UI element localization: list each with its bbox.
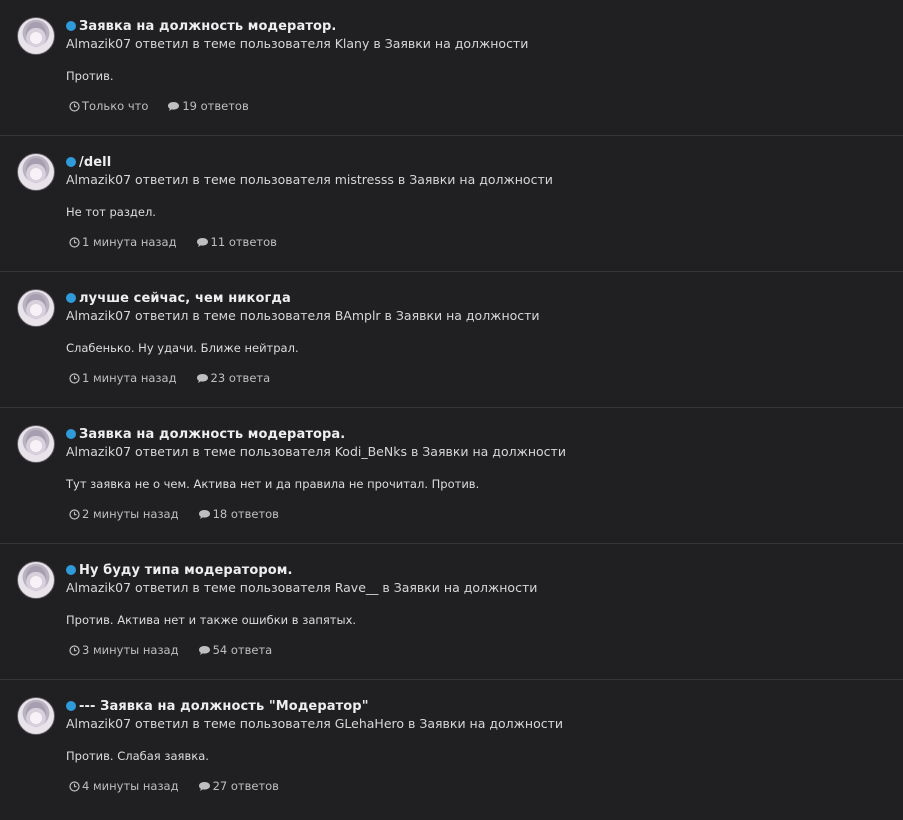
replies-label: 18 ответов bbox=[212, 507, 279, 521]
clock-icon bbox=[69, 644, 80, 656]
replies-count[interactable]: 11 ответов bbox=[196, 235, 277, 249]
activity-item: Ну буду типа модератором. Almazik07 отве… bbox=[0, 544, 903, 680]
replies-count[interactable]: 27 ответов bbox=[198, 779, 279, 793]
timestamp[interactable]: 1 минута назад bbox=[69, 235, 177, 249]
avatar[interactable] bbox=[17, 561, 55, 599]
activity-content: Заявка на должность модератора. Almazik0… bbox=[66, 425, 883, 493]
activity-item: лучше сейчас, чем никогда Almazik07 отве… bbox=[0, 272, 903, 408]
replies-count[interactable]: 23 ответа bbox=[196, 371, 271, 385]
time-label: Только что bbox=[82, 99, 149, 113]
avatar[interactable] bbox=[17, 289, 55, 327]
activity-meta: Almazik07 ответил в теме пользователя Ko… bbox=[66, 444, 566, 459]
activity-meta: Almazik07 ответил в теме пользователя Ra… bbox=[66, 580, 538, 595]
activity-content: лучше сейчас, чем никогда Almazik07 отве… bbox=[66, 289, 883, 357]
avatar[interactable] bbox=[17, 697, 55, 735]
topic-title-row[interactable]: Заявка на должность модератора. bbox=[66, 425, 883, 443]
topic-title[interactable]: лучше сейчас, чем никогда bbox=[79, 291, 291, 306]
topic-title[interactable]: Заявка на должность модератор. bbox=[79, 19, 336, 34]
activity-content: Заявка на должность модератор. Almazik07… bbox=[66, 17, 883, 85]
post-excerpt: Тут заявка не о чем. Актива нет и да пра… bbox=[66, 477, 480, 491]
activity-item: /dell Almazik07 ответил в теме пользоват… bbox=[0, 136, 903, 272]
activity-content: Ну буду типа модератором. Almazik07 отве… bbox=[66, 561, 883, 629]
post-excerpt: Не тот раздел. bbox=[66, 205, 156, 219]
activity-stats: 1 минута назад 23 ответа bbox=[69, 371, 270, 385]
activity-meta: Almazik07 ответил в теме пользователя BA… bbox=[66, 308, 540, 323]
time-label: 1 минута назад bbox=[82, 371, 177, 385]
post-excerpt: Против. bbox=[66, 69, 114, 83]
activity-item: --- Заявка на должность "Модератор" Alma… bbox=[0, 680, 903, 816]
topic-title-row[interactable]: /dell bbox=[66, 153, 883, 171]
timestamp[interactable]: 2 минуты назад bbox=[69, 507, 179, 521]
topic-title-row[interactable]: лучше сейчас, чем никогда bbox=[66, 289, 883, 307]
topic-title-row[interactable]: --- Заявка на должность "Модератор" bbox=[66, 697, 883, 715]
avatar[interactable] bbox=[17, 425, 55, 463]
replies-count[interactable]: 54 ответа bbox=[198, 643, 273, 657]
comment-icon bbox=[167, 101, 180, 112]
activity-stats: 2 минуты назад 18 ответов bbox=[69, 507, 279, 521]
post-excerpt: Слабенько. Ну удачи. Ближе нейтрал. bbox=[66, 341, 299, 355]
comment-icon bbox=[196, 373, 209, 384]
replies-label: 54 ответа bbox=[212, 643, 273, 657]
topic-title[interactable]: Заявка на должность модератора. bbox=[79, 427, 345, 442]
avatar[interactable] bbox=[17, 17, 55, 55]
clock-icon bbox=[69, 372, 80, 384]
activity-feed: Заявка на должность модератор. Almazik07… bbox=[0, 0, 903, 820]
unread-dot-icon bbox=[66, 293, 76, 303]
activity-content: --- Заявка на должность "Модератор" Alma… bbox=[66, 697, 883, 765]
clock-icon bbox=[69, 780, 80, 792]
clock-icon bbox=[69, 236, 80, 248]
activity-stats: 1 минута назад 11 ответов bbox=[69, 235, 277, 249]
activity-stats: 4 минуты назад 27 ответов bbox=[69, 779, 279, 793]
time-label: 1 минута назад bbox=[82, 235, 177, 249]
activity-content: /dell Almazik07 ответил в теме пользоват… bbox=[66, 153, 883, 221]
activity-meta: Almazik07 ответил в теме пользователя GL… bbox=[66, 716, 563, 731]
post-excerpt: Против. Актива нет и также ошибки в запя… bbox=[66, 613, 357, 627]
replies-count[interactable]: 18 ответов bbox=[198, 507, 279, 521]
comment-icon bbox=[198, 509, 211, 520]
topic-title[interactable]: /dell bbox=[79, 155, 111, 170]
comment-icon bbox=[196, 237, 209, 248]
unread-dot-icon bbox=[66, 701, 76, 711]
replies-label: 19 ответов bbox=[182, 99, 249, 113]
activity-meta: Almazik07 ответил в теме пользователя Kl… bbox=[66, 36, 529, 51]
timestamp[interactable]: 1 минута назад bbox=[69, 371, 177, 385]
avatar[interactable] bbox=[17, 153, 55, 191]
topic-title-row[interactable]: Заявка на должность модератор. bbox=[66, 17, 883, 35]
topic-title[interactable]: --- Заявка на должность "Модератор" bbox=[79, 699, 369, 714]
unread-dot-icon bbox=[66, 21, 76, 31]
unread-dot-icon bbox=[66, 157, 76, 167]
activity-item: Заявка на должность модератор. Almazik07… bbox=[0, 0, 903, 136]
timestamp[interactable]: Только что bbox=[69, 99, 148, 113]
comment-icon bbox=[198, 781, 211, 792]
clock-icon bbox=[69, 508, 80, 520]
replies-label: 27 ответов bbox=[212, 779, 279, 793]
activity-item: Заявка на должность модератора. Almazik0… bbox=[0, 408, 903, 544]
activity-stats: Только что 19 ответов bbox=[69, 99, 249, 113]
activity-stats: 3 минуты назад 54 ответа bbox=[69, 643, 272, 657]
timestamp[interactable]: 3 минуты назад bbox=[69, 643, 179, 657]
time-label: 3 минуты назад bbox=[82, 643, 179, 657]
timestamp[interactable]: 4 минуты назад bbox=[69, 779, 179, 793]
topic-title[interactable]: Ну буду типа модератором. bbox=[79, 563, 293, 578]
replies-label: 23 ответа bbox=[210, 371, 271, 385]
clock-icon bbox=[69, 100, 80, 112]
time-label: 4 минуты назад bbox=[82, 779, 179, 793]
topic-title-row[interactable]: Ну буду типа модератором. bbox=[66, 561, 883, 579]
unread-dot-icon bbox=[66, 429, 76, 439]
comment-icon bbox=[198, 645, 211, 656]
post-excerpt: Против. Слабая заявка. bbox=[66, 749, 209, 763]
unread-dot-icon bbox=[66, 565, 76, 575]
replies-count[interactable]: 19 ответов bbox=[167, 99, 249, 113]
activity-meta: Almazik07 ответил в теме пользователя mi… bbox=[66, 172, 553, 187]
replies-label: 11 ответов bbox=[210, 235, 277, 249]
time-label: 2 минуты назад bbox=[82, 507, 179, 521]
